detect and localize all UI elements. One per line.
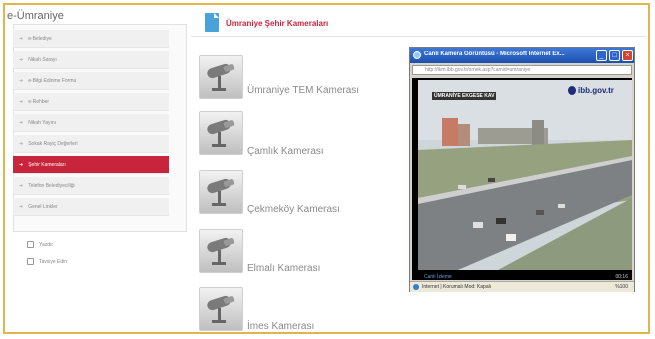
page-header: Ümraniye Şehir Kameraları [191,10,646,37]
sidebar-item-e-belediye[interactable]: ➜ e-Belediye [13,30,169,48]
sidebar-item-nikah-sarayi[interactable]: ➜ Nikah Sarayı [13,51,169,69]
ibb-logo-text: ibb.gov.tr [578,86,614,95]
camera-browser-window: Canlı Kamera Görüntüsü - Microsoft Inter… [409,47,635,292]
status-bar: Internet | Korumalı Mod: Kapalı %100 [410,281,634,292]
player-bar-text[interactable]: Canlı İzleme [424,274,452,280]
camera-image: ÜMRANİYE EKGESE KAV ibb.gov.tr [418,80,632,270]
minimize-button[interactable]: _ [596,50,607,61]
sidebar-title: e-Ümraniye [7,10,64,22]
arrow-right-icon: ➜ [19,161,24,168]
internet-explorer-icon [413,51,421,59]
zoom-level[interactable]: %100 [615,284,628,290]
sidebar-item-label: Nikah Sarayı [28,56,57,63]
camera-feed: ÜMRANİYE EKGESE KAV ibb.gov.tr [412,78,632,275]
sidebar: e-Ümraniye ➜ e-Belediye ➜ Nikah Sarayı ➜ e-… [5,5,189,332]
arrow-right-icon: ➜ [19,182,24,189]
recommend-label: Tavsiye Edin [39,258,68,265]
sidebar-item-label: Şehir Kameraları [28,161,66,168]
printer-icon [27,241,34,248]
page-title: Ümraniye Şehir Kameraları [226,19,329,28]
camera-thumbnail-icon[interactable] [199,229,243,273]
camera-link-elmali[interactable]: Elmalı Kamerası [247,263,320,274]
print-label: Yazdır [39,241,54,248]
camera-thumbnail-icon[interactable] [199,287,243,331]
sidebar-item-label: e-Rehber [28,98,50,105]
sidebar-item-label: Nikah Yayını [28,119,57,126]
camera-thumbnail-icon[interactable] [199,55,243,99]
main-content: Ümraniye Şehir Kameraları Ümraniye TEM K… [191,5,646,332]
arrow-right-icon: ➜ [19,140,24,147]
sidebar-item-telefon[interactable]: ➜ Telefon Belediyeciliği [13,177,169,195]
arrow-right-icon: ➜ [19,203,24,210]
share-icon [27,258,34,265]
sidebar-item-sokak-rayic[interactable]: ➜ Sokak Rayiç Değerleri [13,135,169,153]
ibb-logo-icon [568,86,576,95]
sidebar-item-label: Sokak Rayiç Değerleri [28,140,78,147]
camera-thumbnail-icon[interactable] [199,170,243,214]
recommend-link[interactable]: Tavsiye Edin [27,258,67,265]
page-frame: e-Ümraniye ➜ e-Belediye ➜ Nikah Sarayı ➜ e-… [3,3,650,334]
sidebar-item-label: e-Belediye [28,35,52,42]
camera-link-tem[interactable]: Ümraniye TEM Kamerası [247,85,359,96]
window-title: Canlı Kamera Görüntüsü - Microsoft Inter… [424,51,565,57]
status-text: Internet | Korumalı Mod: Kapalı [422,284,492,290]
camera-overlay-label: ÜMRANİYE EKGESE KAV [432,92,497,100]
sidebar-item-nikah-yayini[interactable]: ➜ Nikah Yayını [13,114,169,132]
print-link[interactable]: Yazdır [27,241,53,248]
arrow-right-icon: ➜ [19,56,24,63]
address-bar[interactable]: http://tkm.ibb.gov.tr/ornek.asp?camid=um… [412,65,632,75]
globe-icon [413,284,419,290]
camera-link-camlik[interactable]: Çamlık Kamerası [247,146,324,157]
sidebar-item-bilgi-edinme[interactable]: ➜ e-Bilgi Edinme Formu [13,72,169,90]
window-titlebar[interactable]: Canlı Kamera Görüntüsü - Microsoft Inter… [410,48,634,63]
close-button[interactable]: × [622,50,633,61]
arrow-right-icon: ➜ [19,98,24,105]
ibb-logo: ibb.gov.tr [568,86,614,95]
sidebar-item-sehir-kameralari[interactable]: ➜ Şehir Kameraları [13,156,169,174]
sidebar-item-genel-linkler[interactable]: ➜ Genel Linkler [13,198,169,216]
arrow-right-icon: ➜ [19,77,24,84]
sidebar-item-label: e-Bilgi Edinme Formu [28,77,77,84]
maximize-button[interactable]: □ [609,50,620,61]
arrow-right-icon: ➜ [19,119,24,126]
document-icon [205,13,219,32]
camera-link-cekmekoy[interactable]: Çekmeköy Kamerası [247,204,340,215]
player-time: 00:16 [615,274,628,280]
sidebar-item-label: Telefon Belediyeciliği [28,182,75,189]
camera-link-imes[interactable]: İmes Kamerası [247,321,314,332]
sidebar-item-e-rehber[interactable]: ➜ e-Rehber [13,93,169,111]
arrow-right-icon: ➜ [19,35,24,42]
sidebar-item-label: Genel Linkler [28,203,58,210]
player-bar: Canlı İzleme 00:16 [412,274,632,280]
camera-thumbnail-icon[interactable] [199,111,243,155]
